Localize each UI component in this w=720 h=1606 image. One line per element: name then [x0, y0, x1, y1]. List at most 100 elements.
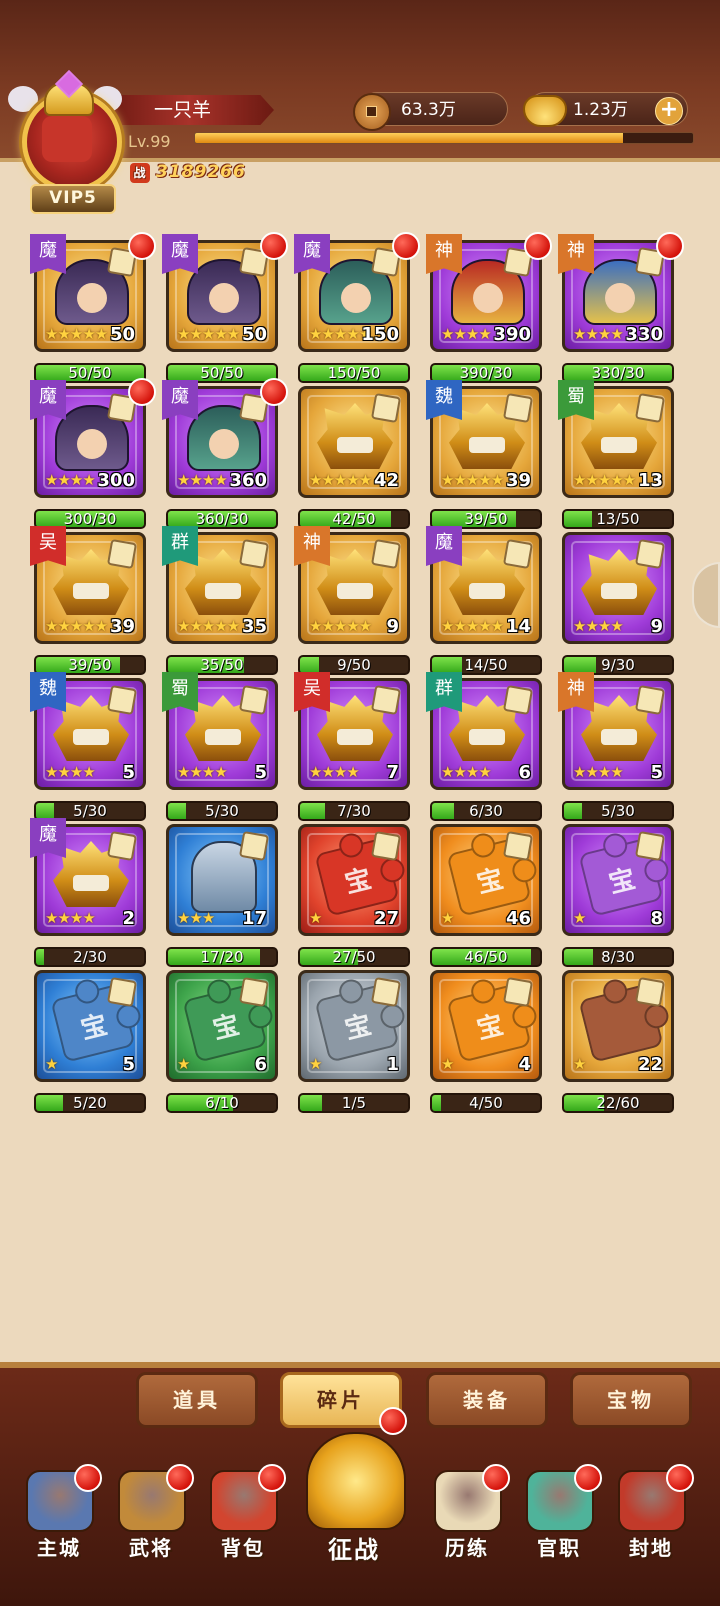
fragment-item[interactable]: ★★★★ 5 神 5/30	[558, 672, 674, 826]
puzzle-piece-icon	[634, 830, 666, 862]
fragment-item[interactable]: ★★★★★ 39 魏 39/50	[426, 380, 542, 534]
fragment-item[interactable]: ★★★★★ 14 魔 14/50	[426, 526, 542, 680]
nav-gate[interactable]: 封地	[606, 1460, 696, 1594]
fragment-item[interactable]: ★★★★ 9 9/30	[562, 532, 674, 680]
fragment-item[interactable]: 宝 ★ 6 6/10	[166, 970, 278, 1118]
fragment-item[interactable]: ★★★★ 390 神 390/30	[426, 232, 552, 388]
nav-battle[interactable]: 征战	[298, 1432, 410, 1566]
add-currency-button[interactable]: +	[655, 97, 683, 125]
tab-fragments[interactable]: 碎片	[280, 1372, 407, 1435]
fragment-count: 8	[650, 908, 663, 929]
faction-banner: 吴	[30, 526, 66, 566]
fragment-item[interactable]: ★ 22 22/60	[562, 970, 674, 1118]
fragment-count: 5	[254, 762, 267, 783]
fragment-item[interactable]: ★★★★★ 9 神 9/50	[294, 526, 410, 680]
fragment-card[interactable]: ★ 22	[562, 970, 674, 1082]
fragment-item[interactable]: ★★★★★ 50 魔 50/50	[30, 232, 156, 388]
nav-general[interactable]: 武将	[106, 1460, 196, 1594]
tab-items[interactable]: 道具	[136, 1372, 258, 1428]
tab-label: 装备	[463, 1388, 511, 1412]
fragment-item[interactable]: 宝 ★ 46 46/50	[430, 824, 542, 972]
fragment-count: 6	[518, 762, 531, 783]
fragment-count: 27	[373, 908, 399, 929]
fragment-card[interactable]: 宝 ★ 8	[562, 824, 674, 936]
fragment-item[interactable]: ★★★★ 6 群 6/30	[426, 672, 542, 826]
nav-palace[interactable]: 主城	[14, 1460, 104, 1594]
faction-banner: 魔	[162, 234, 198, 274]
fragment-item[interactable]: ★★★★ 5 蜀 5/30	[162, 672, 278, 826]
puzzle-piece-icon	[502, 538, 534, 570]
fragment-item[interactable]: ★★★★★ 35 群 35/50	[162, 526, 278, 680]
faction-banner: 魔	[30, 818, 66, 858]
star-rating: ★	[309, 909, 322, 927]
fragment-item[interactable]: ★★★★ 2 魔 2/30	[30, 818, 146, 972]
fragment-count: 360	[229, 470, 267, 491]
faction-banner: 神	[426, 234, 462, 274]
nav-jade[interactable]: 官职	[514, 1460, 604, 1594]
fragment-item[interactable]: 宝 ★ 4 4/50	[430, 970, 542, 1118]
tab-equipment[interactable]: 装备	[426, 1372, 548, 1428]
fragment-item[interactable]: ★★★★ 300 魔 300/30	[30, 378, 156, 534]
fragment-item[interactable]: ★★★★★ 42 42/50	[298, 386, 410, 534]
star-rating: ★	[441, 1055, 454, 1073]
fragment-progress-bar: 5/20	[34, 1093, 146, 1113]
fragment-card[interactable]: ★★★ 17	[166, 824, 278, 936]
fragment-card[interactable]: 宝 ★ 27	[298, 824, 410, 936]
faction-banner: 吴	[294, 672, 330, 712]
fragment-card[interactable]: 宝 ★ 46	[430, 824, 542, 936]
vip-badge[interactable]: VIP5	[30, 184, 116, 214]
fragment-item[interactable]: ★★★★★ 50 魔 50/50	[162, 232, 288, 388]
fragment-progress-bar: 13/50	[562, 509, 674, 529]
fragment-item[interactable]: ★★★ 17 17/20	[166, 824, 278, 972]
treasure-glyph: 宝	[605, 864, 639, 900]
fragment-card[interactable]: 宝 ★ 5	[34, 970, 146, 1082]
fragment-card[interactable]: ★★★★ 9	[562, 532, 674, 644]
puzzle-piece-icon	[106, 684, 138, 716]
fragment-item[interactable]: ★★★★ 7 吴 7/30	[294, 672, 410, 826]
tab-label: 道具	[173, 1388, 221, 1412]
tab-label: 宝物	[607, 1388, 655, 1412]
fragment-item[interactable]: 宝 ★ 27 27/50	[298, 824, 410, 972]
puzzle-piece-icon	[370, 392, 402, 424]
fragment-item[interactable]: ★★★★ 5 魏 5/30	[30, 672, 146, 826]
progress-text: 39/50	[68, 656, 112, 674]
puzzle-piece-icon	[370, 684, 402, 716]
side-drawer-handle[interactable]	[692, 562, 720, 628]
star-rating: ★	[177, 1055, 190, 1073]
notification-dot	[656, 232, 684, 260]
fragment-item[interactable]: ★★★★★ 150 魔 150/50	[294, 232, 420, 388]
star-rating: ★★★★	[45, 471, 96, 489]
progress-text: 6/30	[469, 802, 503, 820]
fragment-card[interactable]: ★★★★★ 42	[298, 386, 410, 498]
faction-banner: 神	[558, 672, 594, 712]
progress-text: 5/20	[73, 1094, 107, 1112]
fragment-item[interactable]: 宝 ★ 8 8/30	[562, 824, 674, 972]
fragment-card[interactable]: 宝 ★ 1	[298, 970, 410, 1082]
tab-label: 碎片	[317, 1388, 365, 1412]
progress-text: 4/50	[469, 1094, 503, 1112]
fragment-card[interactable]: 宝 ★ 4	[430, 970, 542, 1082]
fragment-item[interactable]: ★★★★★ 13 蜀 13/50	[558, 380, 674, 534]
progress-text: 5/30	[73, 802, 107, 820]
fragment-item[interactable]: ★★★★ 330 神 330/30	[558, 232, 684, 388]
star-rating: ★★★	[177, 909, 215, 927]
nav-scroll[interactable]: 历练	[422, 1460, 512, 1594]
fragment-item[interactable]: 宝 ★ 1 1/5	[298, 970, 410, 1118]
fragment-item[interactable]: 宝 ★ 5 5/20	[34, 970, 146, 1118]
fragment-card[interactable]: 宝 ★ 6	[166, 970, 278, 1082]
fragment-progress-bar: 7/30	[298, 801, 410, 821]
fragment-item[interactable]: ★★★★★ 39 吴 39/50	[30, 526, 146, 680]
nav-bag[interactable]: 背包	[198, 1460, 288, 1594]
tab-treasures[interactable]: 宝物	[570, 1372, 692, 1428]
puzzle-piece-icon	[634, 392, 666, 424]
player-avatar[interactable]: VIP5	[8, 69, 126, 214]
fragment-item[interactable]: ★★★★ 360 魔 360/30	[162, 378, 288, 534]
star-rating: ★★★★★	[441, 617, 504, 635]
fragment-progress-bar: 22/60	[562, 1093, 674, 1113]
star-rating: ★★★★	[441, 325, 492, 343]
fragment-count: 42	[373, 470, 399, 491]
gold-ingot-icon	[523, 95, 567, 127]
notification-dot	[482, 1464, 510, 1492]
treasure-glyph: 宝	[341, 864, 375, 900]
fragment-progress-bar: 17/20	[166, 947, 278, 967]
